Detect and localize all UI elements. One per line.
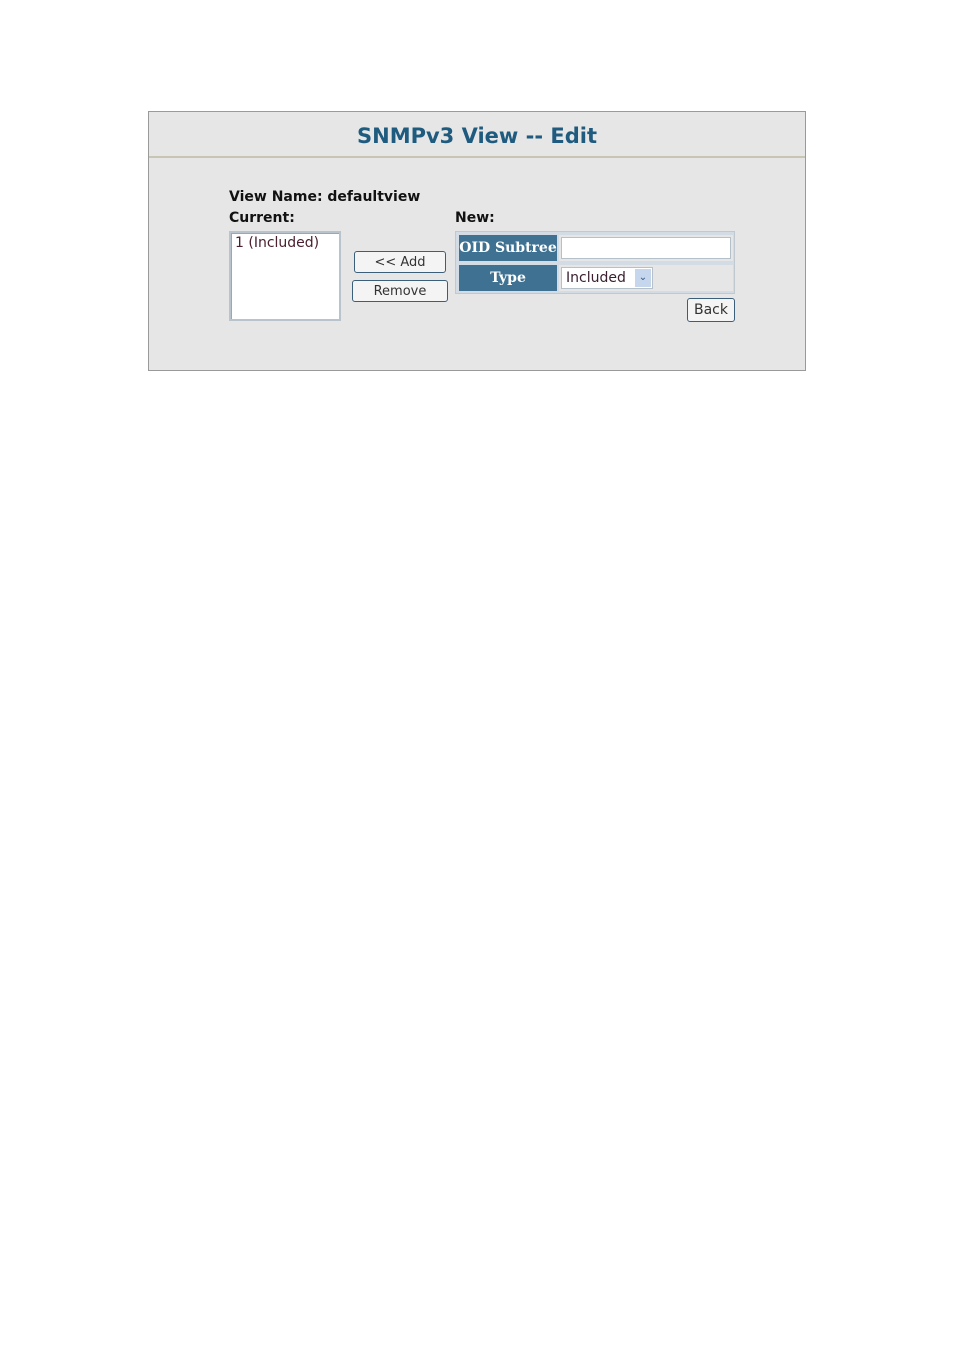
type-select-value: Included <box>566 270 626 286</box>
type-cell: Included ⌄ <box>559 265 733 291</box>
snmpv3-view-edit-panel: SNMPv3 View -- Edit View Name: defaultvi… <box>148 111 806 371</box>
page-title: SNMPv3 View -- Edit <box>357 124 597 148</box>
new-entry-form: OID Subtree Type Included ⌄ <box>455 231 735 294</box>
chevron-down-icon[interactable]: ⌄ <box>635 269 651 287</box>
current-list[interactable]: 1 (Included) <box>229 231 341 321</box>
add-button[interactable]: << Add <box>354 251 446 273</box>
new-label: New: <box>455 210 495 226</box>
oid-subtree-label: OID Subtree <box>459 235 557 261</box>
view-name-label: View Name: defaultview <box>229 189 421 205</box>
title-divider <box>149 156 805 158</box>
oid-subtree-cell <box>559 235 733 261</box>
remove-button[interactable]: Remove <box>352 280 448 302</box>
list-item[interactable]: 1 (Included) <box>235 235 335 251</box>
back-button[interactable]: Back <box>687 298 735 322</box>
type-select[interactable]: Included ⌄ <box>561 267 653 289</box>
current-label: Current: <box>229 210 295 226</box>
oid-subtree-input[interactable] <box>561 237 731 259</box>
type-label: Type <box>459 265 557 291</box>
